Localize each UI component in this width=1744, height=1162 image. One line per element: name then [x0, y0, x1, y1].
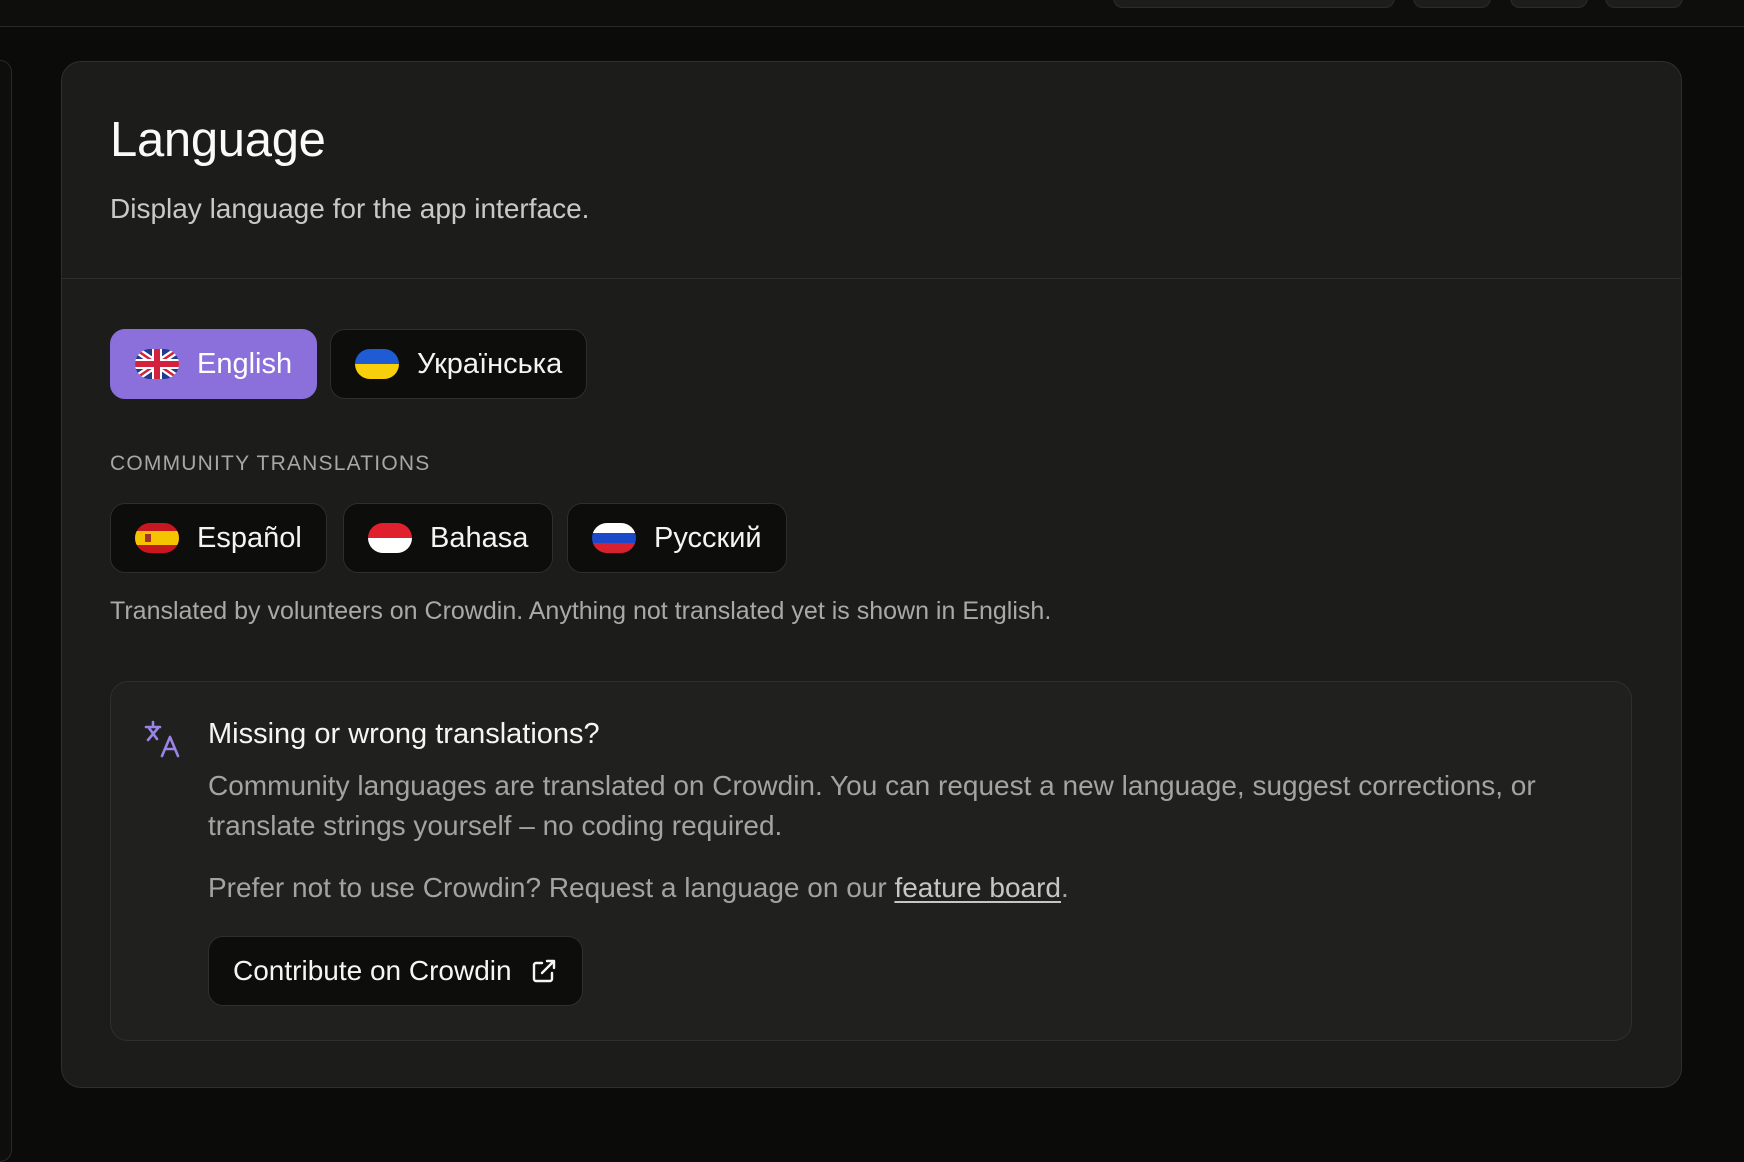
russia-flag-icon [592, 523, 636, 553]
indonesia-flag-icon [368, 523, 412, 553]
external-link-icon [532, 959, 555, 983]
help-body: Community languages are translated on Cr… [208, 770, 1536, 841]
uk-flag-icon [135, 349, 179, 379]
top-bar [0, 0, 1744, 27]
feature-board-link[interactable]: feature board [894, 872, 1061, 903]
language-label: Español [197, 521, 302, 554]
page-title: Language [110, 113, 326, 167]
language-label: English [197, 347, 293, 380]
sidebar-panel [0, 60, 12, 1162]
ukraine-flag-icon [355, 349, 399, 379]
prefer-suffix: . [1061, 872, 1069, 903]
contribute-on-crowdin-button[interactable]: Contribute on Crowdin [208, 936, 583, 1006]
spain-flag-icon [135, 523, 179, 553]
toolbar-button[interactable] [1413, 0, 1491, 8]
language-option-ukrainian[interactable]: Українська [330, 329, 588, 399]
language-settings-card: Language Display language for the app in… [61, 61, 1682, 1088]
language-option-russian[interactable]: Русский [567, 503, 787, 573]
language-option-bahasa[interactable]: Bahasa [343, 503, 554, 573]
language-option-english[interactable]: English [110, 329, 318, 399]
toolbar-button[interactable] [1605, 0, 1683, 8]
search-input[interactable] [1113, 0, 1395, 8]
prefer-text: Prefer not to use Crowdin? Request a lan… [208, 872, 895, 903]
translate-icon [144, 720, 180, 758]
community-helper-text: Translated by volunteers on Crowdin. Any… [110, 597, 1052, 625]
language-label: Русский [654, 521, 762, 554]
help-prefer-text: Prefer not to use Crowdin? Request a lan… [208, 872, 1069, 904]
help-title: Missing or wrong translations? [208, 718, 600, 750]
button-label: Contribute on Crowdin [233, 955, 512, 986]
community-section-label: COMMUNITY TRANSLATIONS [110, 452, 431, 475]
section-subtitle: Display language for the app interface. [110, 193, 590, 224]
translation-help-panel: Missing or wrong translations? Community… [110, 681, 1632, 1041]
divider [62, 278, 1681, 279]
toolbar-button[interactable] [1510, 0, 1588, 8]
language-label: Українська [417, 347, 563, 380]
language-option-spanish[interactable]: Español [110, 503, 327, 573]
language-label: Bahasa [430, 521, 529, 554]
